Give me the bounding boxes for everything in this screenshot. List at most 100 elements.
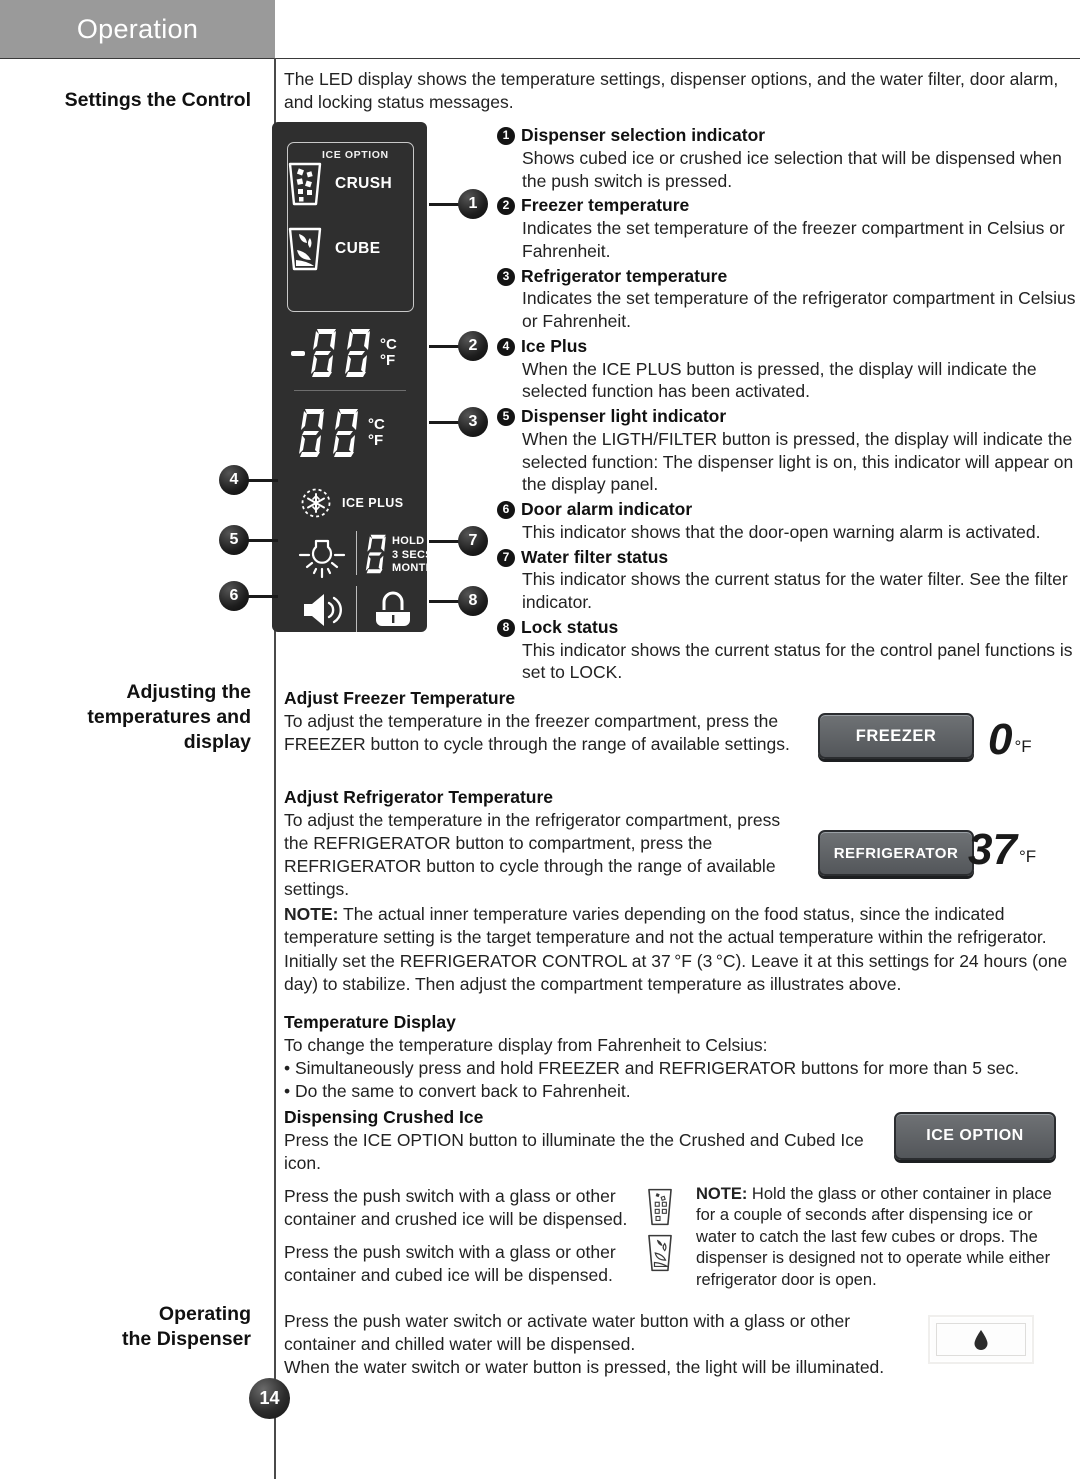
intro-paragraph: The LED display shows the temperature se… xyxy=(284,69,1059,113)
callout-bubble-3: 3 xyxy=(458,407,488,437)
list-item: 6 Door alarm indicator This indicator sh… xyxy=(497,498,1077,544)
crush-indicator-row: CRUSH xyxy=(286,160,392,208)
refrigerator-setting-unit: °F xyxy=(1018,847,1037,866)
indicator-title: Dispenser light indicator xyxy=(521,406,727,426)
indicator-number-badge: 4 xyxy=(497,337,515,356)
note-text: The actual inner temperature varies depe… xyxy=(284,904,1068,994)
cube-label: CUBE xyxy=(335,240,381,257)
indicator-body: When the LIGTH/FILTER button is pressed,… xyxy=(522,428,1074,495)
list-item: 4 Ice Plus When the ICE PLUS button is p… xyxy=(497,335,1077,403)
indicator-number-badge: 2 xyxy=(497,197,515,216)
refrigerator-button[interactable]: REFRIGERATOR xyxy=(818,830,974,876)
callout-bubble-8: 8 xyxy=(458,586,488,616)
list-item: 1 Dispenser selection indicator Shows cu… xyxy=(497,124,1077,192)
dispenser-light-bulb-icon xyxy=(296,529,348,584)
temperature-note-paragraph: NOTE: The actual inner temperature varie… xyxy=(284,903,1074,996)
indicator-number-badge: 8 xyxy=(497,618,515,637)
led-section-divider xyxy=(294,390,406,391)
callout-leader-7 xyxy=(429,540,459,543)
freezer-temperature-readout: °C °F xyxy=(290,327,397,379)
seven-segment-digit-tens xyxy=(299,409,324,457)
indicator-title: Lock status xyxy=(521,616,619,637)
cubed-ice-glass-icon xyxy=(286,225,324,273)
adjust-refrigerator-title: Adjust Refrigerator Temperature xyxy=(284,787,554,807)
indicator-number-badge: 1 xyxy=(497,127,515,145)
dispense-crushed-text: Press the push switch with a glass or ot… xyxy=(284,1186,628,1230)
indicator-title-row: 1 Dispenser selection indicator xyxy=(497,124,1077,147)
indicator-title-row: 6 Door alarm indicator xyxy=(497,498,1077,521)
dispense-crushed-row: Press the push switch with a glass or ot… xyxy=(284,1185,632,1231)
callout-bubble-1: 1 xyxy=(458,189,488,219)
ice-option-button[interactable]: ICE OPTION xyxy=(894,1112,1056,1160)
padlock-icon xyxy=(372,588,414,637)
callout-leader-3 xyxy=(429,421,459,424)
water-drop-icon xyxy=(974,1329,988,1350)
indicator-description-list: 1 Dispenser selection indicator Shows cu… xyxy=(497,124,1077,686)
minus-sign-icon xyxy=(291,351,305,356)
grid-divider-vertical xyxy=(356,586,358,632)
freezer-setting-display: 0 °F xyxy=(988,718,1032,762)
left-heading-column: Settings the Control Adjusting the tempe… xyxy=(0,0,275,1479)
dispense-cubed-text: Press the push switch with a glass or ot… xyxy=(284,1242,616,1286)
dispensing-title: Dispensing Crushed Ice xyxy=(284,1107,484,1127)
note-label: NOTE: xyxy=(284,904,339,924)
snowflake-icon xyxy=(301,488,331,518)
filter-hold-instruction: HOLD 3 SECS MONTH xyxy=(392,535,434,575)
indicator-number-badge: 6 xyxy=(497,501,515,519)
filter-month-digit xyxy=(365,533,389,580)
indicator-title-row: 3 Refrigerator temperature xyxy=(497,265,1077,288)
cube-indicator-row: CUBE xyxy=(286,225,381,273)
list-item: 2 Freezer temperature Indicates the set … xyxy=(497,194,1077,262)
cubed-ice-glass-icon-small xyxy=(645,1232,675,1279)
dispensing-body: Press the ICE OPTION button to illuminat… xyxy=(284,1130,864,1174)
indicator-title-row: 5 Dispenser light indicator xyxy=(497,405,1077,428)
freezer-setting-value: 0 xyxy=(988,715,1013,764)
refrigerator-setting-value: 37 xyxy=(968,825,1017,874)
indicator-title: Dispenser selection indicator xyxy=(521,125,766,145)
freezer-setting-unit: °F xyxy=(1014,737,1032,756)
heading-settings-the-control: Settings the Control xyxy=(64,89,251,111)
indicator-title: Door alarm indicator xyxy=(521,499,693,519)
indicator-title: Ice Plus xyxy=(521,335,588,356)
list-item: 8 Lock status This indicator shows the c… xyxy=(497,616,1077,684)
list-item: 3 Refrigerator temperature Indicates the… xyxy=(497,265,1077,333)
indicator-body: This indicator shows the current status … xyxy=(522,569,1068,612)
seven-segment-digit-tens xyxy=(311,329,336,377)
crushed-ice-glass-icon-small xyxy=(645,1186,675,1233)
indicator-number-badge: 3 xyxy=(497,267,515,286)
indicator-body: This indicator shows that the door-open … xyxy=(522,521,1041,542)
indicator-body: When the ICE PLUS button is pressed, the… xyxy=(522,358,1037,402)
callout-bubble-2: 2 xyxy=(458,331,488,361)
indicator-title: Freezer temperature xyxy=(521,195,690,216)
callout-bubble-4: 4 xyxy=(219,465,249,495)
adjust-refrigerator-body: To adjust the temperature in the refrige… xyxy=(284,810,781,900)
heading-adjusting-temperatures: Adjusting the temperatures and display xyxy=(87,681,251,753)
indicator-body: Indicates the set temperature of the ref… xyxy=(522,288,1076,331)
operating-line-1: Press the push water switch or activate … xyxy=(284,1311,851,1355)
grid-divider-vertical xyxy=(356,531,358,575)
seven-segment-digit-ones xyxy=(345,329,370,377)
ice-plus-indicator-row: ICE PLUS xyxy=(298,485,404,521)
indicator-body: Indicates the set temperature of the fre… xyxy=(522,218,1065,261)
indicator-title-row: 7 Water filter status xyxy=(497,546,1077,569)
callout-bubble-7: 7 xyxy=(458,526,488,556)
led-display-panel-diagram: ICE OPTION CRUSH CUBE °C °F °C °F ICE PL… xyxy=(272,122,434,632)
temperature-display-bullet-1: • Simultaneously press and hold FREEZER … xyxy=(284,1058,1019,1079)
indicator-title-row: 4 Ice Plus xyxy=(497,335,1077,358)
indicator-title: Water filter status xyxy=(521,546,669,567)
water-dispenser-button-inner xyxy=(936,1323,1026,1356)
freezer-button[interactable]: FREEZER xyxy=(818,713,974,759)
indicator-title: Refrigerator temperature xyxy=(521,265,728,286)
ice-plus-label: ICE PLUS xyxy=(342,496,404,510)
light-and-filter-row: HOLD 3 SECS MONTH xyxy=(272,527,434,584)
indicator-number-badge: 7 xyxy=(497,548,515,567)
callout-bubble-5: 5 xyxy=(219,525,249,555)
water-dispenser-button[interactable] xyxy=(928,1315,1034,1364)
callout-leader-8 xyxy=(429,600,459,603)
refrigerator-unit-labels: °C °F xyxy=(368,416,385,449)
callout-leader-6 xyxy=(248,595,278,598)
callout-bubble-6: 6 xyxy=(219,581,249,611)
indicator-body: Shows cubed ice or crushed ice selection… xyxy=(522,147,1062,191)
adjust-freezer-title: Adjust Freezer Temperature xyxy=(284,688,516,708)
callout-leader-5 xyxy=(248,539,278,542)
